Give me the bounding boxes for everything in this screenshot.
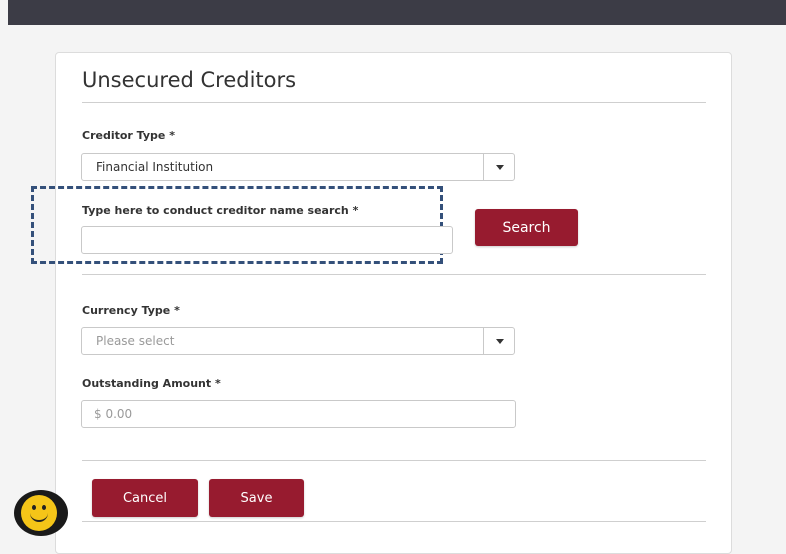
section-divider <box>82 274 706 275</box>
outstanding-amount-input[interactable] <box>81 400 516 428</box>
select-divider <box>483 328 484 354</box>
currency-type-placeholder: Please select <box>96 334 175 348</box>
currency-type-select[interactable]: Please select <box>81 327 515 355</box>
save-button[interactable]: Save <box>209 479 304 517</box>
eye-right <box>42 505 46 510</box>
search-button[interactable]: Search <box>475 209 578 246</box>
cancel-button[interactable]: Cancel <box>92 479 198 517</box>
creditor-type-label: Creditor Type * <box>82 129 175 142</box>
creditor-type-value: Financial Institution <box>96 160 214 174</box>
assistant-bot-button[interactable] <box>14 490 68 536</box>
smiley-face-icon <box>21 495 57 531</box>
outstanding-amount-label: Outstanding Amount * <box>82 377 221 390</box>
chevron-down-icon[interactable] <box>496 339 504 344</box>
top-bar <box>8 0 786 25</box>
page-title: Unsecured Creditors <box>82 68 297 92</box>
creditor-type-select[interactable]: Financial Institution <box>81 153 515 181</box>
creditor-search-input[interactable] <box>81 226 453 254</box>
creditor-search-label: Type here to conduct creditor name searc… <box>82 204 359 217</box>
currency-type-label: Currency Type * <box>82 304 180 317</box>
mouth <box>30 511 48 522</box>
eye-left <box>32 505 36 510</box>
select-divider <box>483 154 484 180</box>
chevron-down-icon[interactable] <box>496 165 504 170</box>
actions-divider <box>82 460 706 461</box>
bottom-divider <box>82 521 706 522</box>
title-divider <box>82 102 706 103</box>
